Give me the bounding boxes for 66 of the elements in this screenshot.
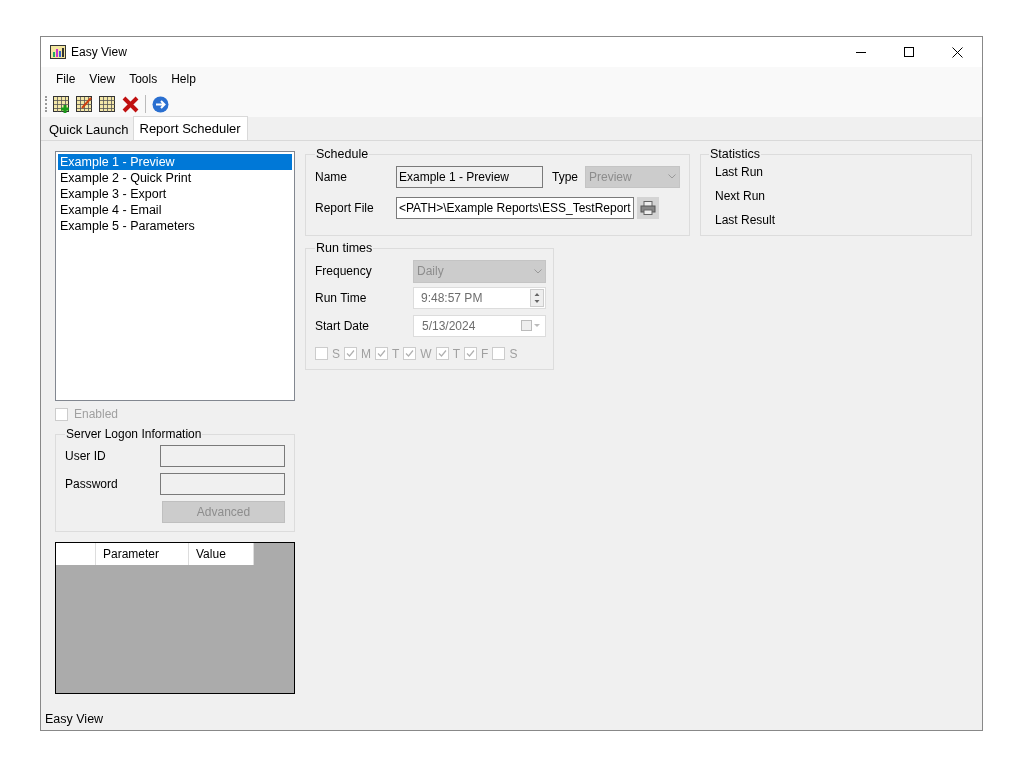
status-text: Easy View <box>45 710 104 728</box>
date-field[interactable]: 5/13/2024 <box>413 314 546 337</box>
field-label: Report File <box>315 199 375 217</box>
list-item[interactable]: Example 4 - Email <box>58 202 292 218</box>
field-label: Start Date <box>315 317 371 335</box>
field-label: Frequency <box>315 263 373 281</box>
day-label: M <box>361 345 371 363</box>
menu-item[interactable]: Tools <box>122 70 165 88</box>
checkbox[interactable] <box>344 347 357 361</box>
group-title: Run times <box>315 240 374 257</box>
input-field[interactable] <box>160 445 285 467</box>
statistic-label: Next Run <box>715 187 767 204</box>
arrow-right-icon[interactable] <box>152 95 169 113</box>
group-title: Server Logon Information <box>65 426 203 443</box>
list-item[interactable]: Example 2 - Quick Print <box>58 170 292 186</box>
checkbox-label: Enabled <box>74 406 119 423</box>
print-button[interactable] <box>636 196 659 219</box>
field-label: Password <box>65 476 118 493</box>
checkbox[interactable] <box>403 347 417 361</box>
grid-add-icon[interactable] <box>53 95 70 113</box>
list-item[interactable]: Example 3 - Export <box>58 186 292 202</box>
header-cell <box>56 543 96 565</box>
menu-item[interactable]: Help <box>164 70 203 88</box>
window-title: Easy View <box>71 44 127 61</box>
field-label: Name <box>315 168 348 186</box>
list-item[interactable]: Example 5 - Parameters <box>58 218 292 234</box>
column-header[interactable]: Parameter <box>96 543 189 565</box>
statistic-label: Last Result <box>715 211 777 228</box>
checkbox[interactable] <box>375 347 388 361</box>
menu-item[interactable]: File <box>49 70 83 88</box>
day-label: S <box>509 345 518 363</box>
bar-chart-icon <box>50 44 66 60</box>
tab[interactable]: Quick Launch <box>45 120 133 140</box>
group-title: Schedule <box>315 146 370 163</box>
field-label: Type <box>552 168 578 186</box>
time-field[interactable]: 9:48:57 PM <box>413 286 546 309</box>
spinner-icon[interactable] <box>530 288 544 307</box>
day-label: S <box>332 345 340 363</box>
report-file-field[interactable]: <PATH>\Example Reports\ESS_TestReport <box>396 196 634 219</box>
checkbox[interactable] <box>315 347 328 361</box>
field-label: Run Time <box>315 289 368 307</box>
group-title: Statistics <box>709 146 761 163</box>
day-label: T <box>392 345 400 363</box>
column-header[interactable]: Value <box>189 543 254 565</box>
maximize-icon[interactable] <box>904 46 914 57</box>
day-label: F <box>481 345 489 363</box>
name-field[interactable]: Example 1 - Preview <box>396 165 543 188</box>
tab[interactable]: Report Scheduler <box>132 116 248 140</box>
day-label: W <box>420 345 432 363</box>
calendar-icon[interactable] <box>521 319 541 332</box>
printer-icon <box>639 200 656 215</box>
chevron-down-icon <box>534 268 542 274</box>
checkbox[interactable] <box>435 347 449 361</box>
delete-icon[interactable] <box>122 95 139 113</box>
grid-icon[interactable] <box>99 95 116 113</box>
statistic-label: Last Run <box>715 163 765 180</box>
grid-edit-icon[interactable] <box>76 95 93 113</box>
input-field[interactable] <box>160 473 285 495</box>
menu-item[interactable]: View <box>82 70 123 88</box>
chevron-down-icon <box>668 174 676 180</box>
day-label: T <box>452 345 461 363</box>
checkbox[interactable] <box>464 347 478 361</box>
checkbox[interactable] <box>492 347 506 361</box>
close-icon[interactable] <box>952 46 963 58</box>
list-item[interactable]: Example 1 - Preview <box>58 154 292 170</box>
field-label: User ID <box>65 448 106 465</box>
